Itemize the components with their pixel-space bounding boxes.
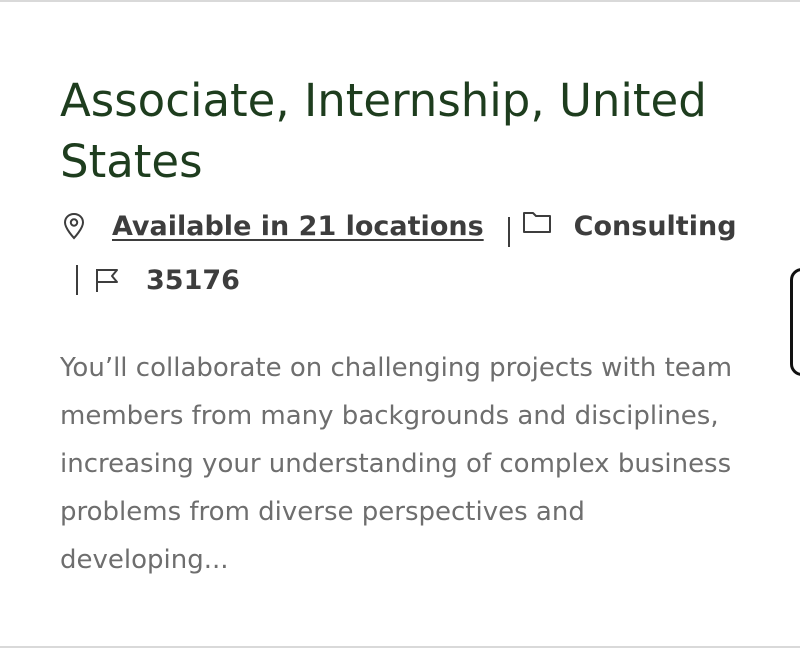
bottom-divider bbox=[0, 646, 800, 648]
job-meta: Available in 21 locations Consulting 351… bbox=[60, 202, 760, 304]
job-id: 35176 bbox=[146, 264, 240, 296]
meta-separator bbox=[507, 217, 510, 247]
meta-row-secondary: 35176 bbox=[60, 256, 760, 304]
job-description: You’ll collaborate on challenging projec… bbox=[60, 353, 733, 575]
map-pin-icon bbox=[60, 212, 88, 240]
meta-row-primary: Available in 21 locations Consulting bbox=[60, 202, 760, 250]
flag-icon bbox=[92, 266, 122, 294]
folder-icon bbox=[522, 210, 552, 234]
top-divider bbox=[0, 0, 800, 2]
job-card: Associate, Internship, United States Ava… bbox=[60, 70, 760, 584]
meta-separator bbox=[76, 265, 78, 295]
job-title[interactable]: Associate, Internship, United States bbox=[60, 70, 750, 192]
job-category: Consulting bbox=[573, 210, 737, 242]
locations-link[interactable]: Available in 21 locations bbox=[112, 211, 484, 242]
side-scroll-button[interactable] bbox=[790, 268, 800, 376]
